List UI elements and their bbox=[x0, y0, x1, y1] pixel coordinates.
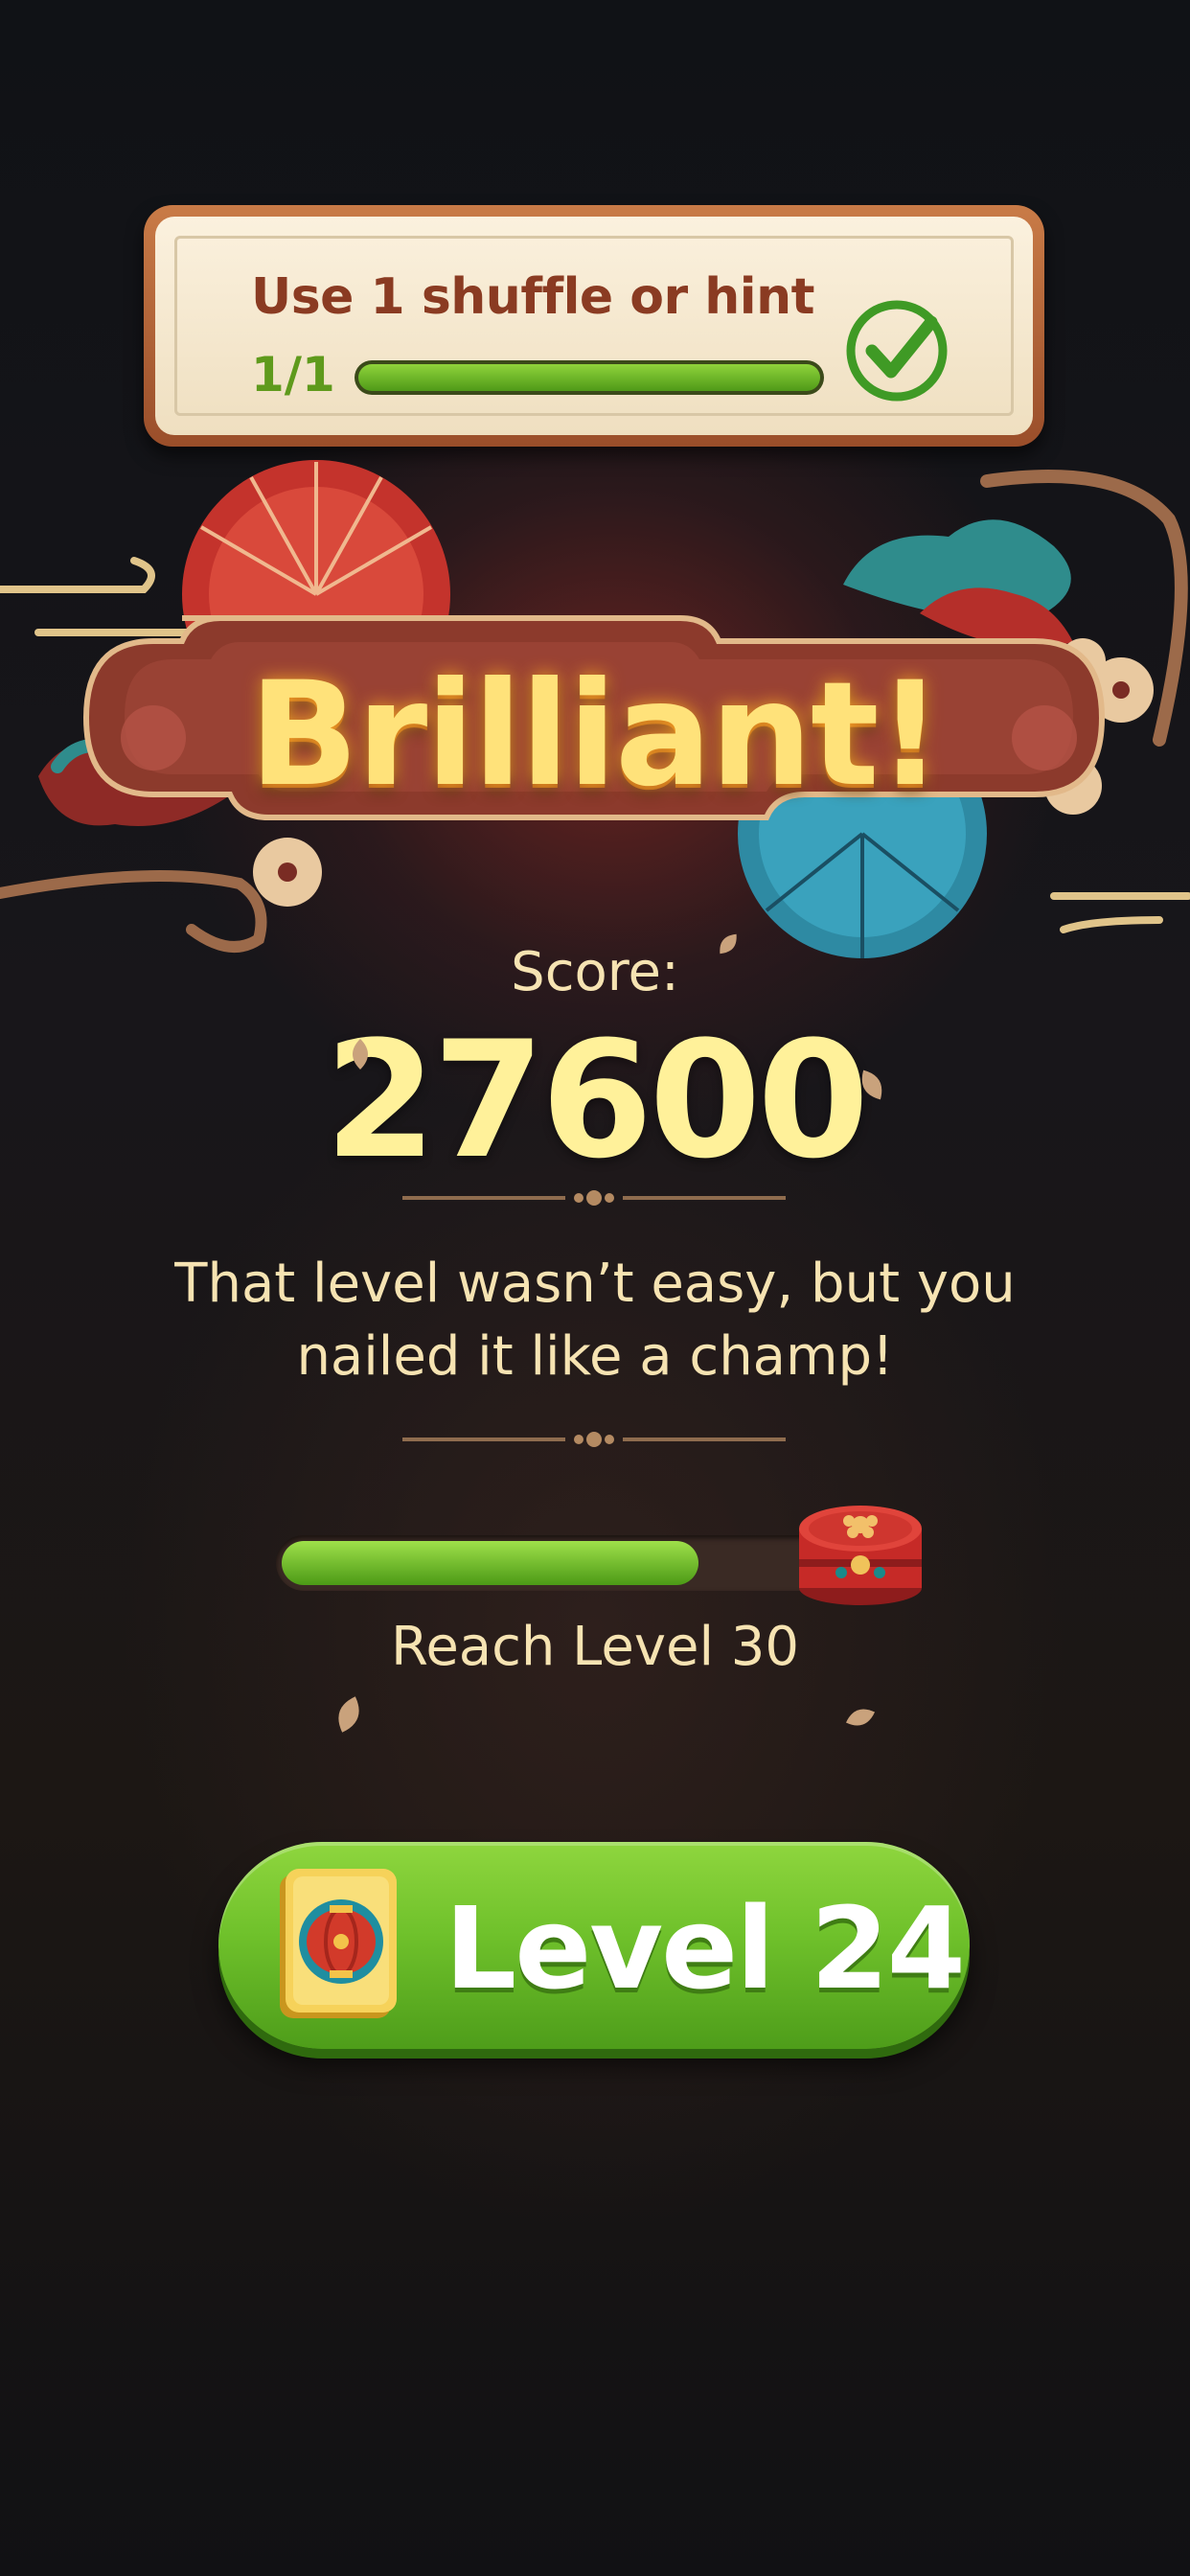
petal-icon bbox=[338, 1696, 359, 1733]
petal-icon bbox=[861, 1070, 882, 1100]
quest-title: Use 1 shuffle or hint bbox=[251, 268, 814, 326]
score-value: 27600 bbox=[324, 1006, 869, 1194]
next-level-label: Level 24 bbox=[445, 1882, 966, 2014]
reward-goal-label: Reach Level 30 bbox=[390, 1616, 800, 1678]
message-line-2: nailed it like a champ! bbox=[296, 1325, 894, 1388]
ornament-divider-top bbox=[402, 1190, 786, 1206]
check-circle-icon bbox=[846, 300, 948, 402]
message-line-1: That level wasn’t easy, but you bbox=[174, 1253, 1016, 1315]
score-label: Score: bbox=[511, 941, 679, 1003]
gift-box-icon[interactable] bbox=[795, 1500, 926, 1607]
result-banner-title: Brilliant! bbox=[248, 652, 943, 818]
petal-icon bbox=[353, 1039, 368, 1070]
quest-progress-bar bbox=[355, 360, 824, 395]
reward-progress-bar bbox=[276, 1535, 851, 1591]
next-level-button[interactable]: Level 24 bbox=[218, 1842, 970, 2049]
encouragement-message: That level wasn’t easy, but you nailed i… bbox=[115, 1248, 1075, 1393]
quest-card-inner: Use 1 shuffle or hint 1/1 bbox=[155, 217, 1033, 435]
quest-progress-fill bbox=[358, 364, 820, 391]
quest-count: 1/1 bbox=[251, 347, 335, 402]
reward-progress-fill bbox=[282, 1541, 699, 1585]
ornament-divider-bottom bbox=[402, 1432, 786, 1447]
petal-icon bbox=[720, 933, 737, 954]
petal-icon bbox=[845, 1709, 876, 1726]
lantern-tile-icon bbox=[280, 1869, 397, 2018]
quest-card: Use 1 shuffle or hint 1/1 bbox=[144, 205, 1044, 447]
